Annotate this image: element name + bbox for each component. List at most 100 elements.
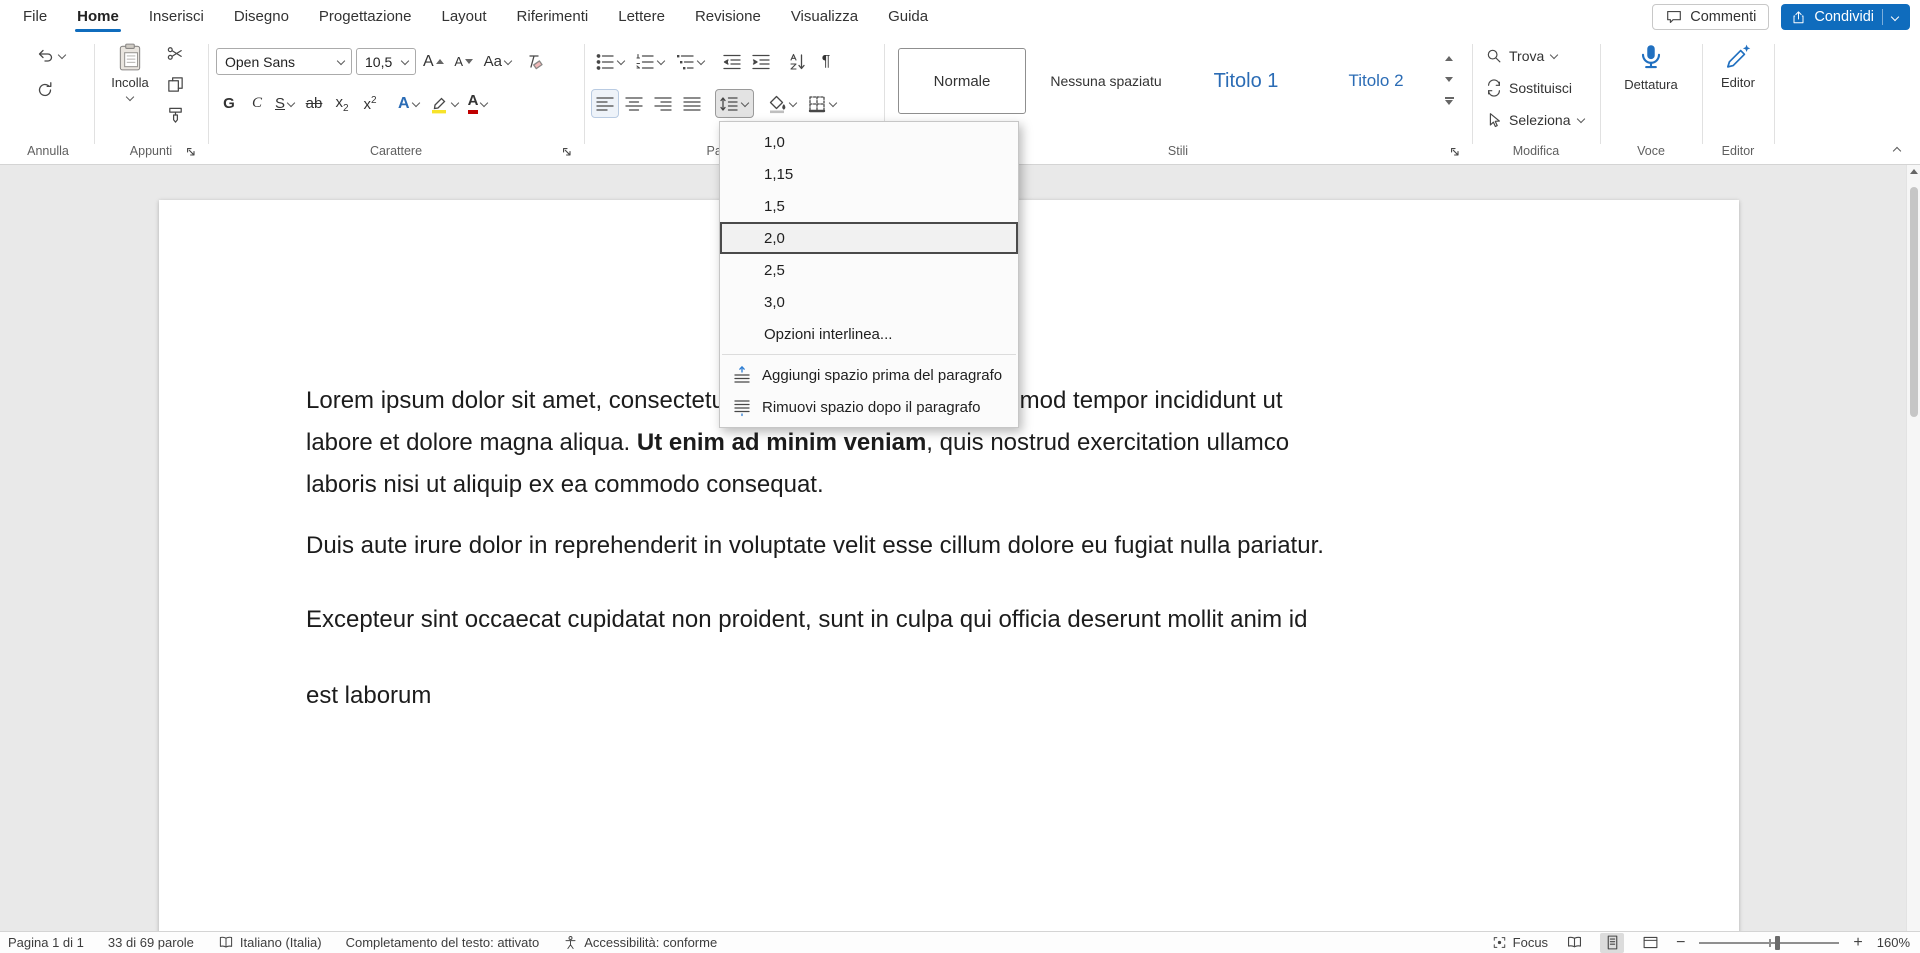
style-titolo-1[interactable]: Titolo 1 bbox=[1186, 48, 1306, 114]
tab-visualizza[interactable]: Visualizza bbox=[776, 0, 873, 34]
justify-button[interactable] bbox=[679, 90, 705, 117]
tab-layout[interactable]: Layout bbox=[427, 0, 502, 34]
text-effects-chevron-icon[interactable] bbox=[412, 99, 421, 108]
italic-button[interactable]: C bbox=[244, 90, 270, 117]
add-space-before-item[interactable]: Aggiungi spazio prima del paragrafo bbox=[720, 359, 1018, 391]
vertical-scrollbar[interactable] bbox=[1906, 165, 1920, 931]
font-color-chevron-icon[interactable] bbox=[480, 99, 489, 108]
cut-button[interactable] bbox=[162, 40, 188, 67]
line-spacing-chevron-icon[interactable] bbox=[741, 99, 750, 108]
spacing-option-1-0[interactable]: 1,0 bbox=[720, 126, 1018, 158]
tab-disegno[interactable]: Disegno bbox=[219, 0, 304, 34]
word-count[interactable]: 33 di 69 parole bbox=[108, 935, 194, 950]
numbering-chevron-icon[interactable] bbox=[657, 57, 666, 66]
shading-button[interactable] bbox=[764, 90, 801, 117]
font-size-combo[interactable]: 10,5 bbox=[356, 48, 416, 75]
styles-gallery-more-button[interactable] bbox=[1440, 92, 1458, 110]
redo-button[interactable] bbox=[32, 76, 58, 103]
style-normale[interactable]: Normale bbox=[898, 48, 1026, 114]
grow-font-button[interactable]: A bbox=[420, 48, 447, 75]
underline-button[interactable]: S bbox=[272, 90, 299, 117]
change-case-button[interactable]: Aa bbox=[481, 48, 516, 75]
numbering-button[interactable] bbox=[632, 48, 669, 75]
paste-button[interactable]: Incolla bbox=[104, 36, 156, 132]
borders-button[interactable] bbox=[804, 90, 841, 117]
collapse-ribbon-icon[interactable] bbox=[1893, 145, 1902, 154]
tab-inserisci[interactable]: Inserisci bbox=[134, 0, 219, 34]
proofing-status[interactable]: Italiano (Italia) bbox=[218, 935, 322, 951]
text-completion-status[interactable]: Completamento del testo: attivato bbox=[346, 935, 540, 950]
font-color-button[interactable]: A bbox=[465, 90, 493, 117]
clear-formatting-button[interactable] bbox=[520, 48, 546, 75]
web-layout-button[interactable] bbox=[1638, 933, 1662, 953]
style-titolo-2[interactable]: Titolo 2 bbox=[1316, 48, 1436, 114]
sort-button[interactable] bbox=[784, 48, 810, 75]
zoom-in-button[interactable]: + bbox=[1853, 935, 1862, 951]
styles-scroll-up-button[interactable] bbox=[1440, 50, 1458, 66]
remove-space-after-item[interactable]: Rimuovi spazio dopo il paragrafo bbox=[720, 391, 1018, 423]
document-text[interactable]: Lorem ipsum dolor sit amet, consectetur … bbox=[306, 380, 1616, 734]
select-button[interactable]: Seleziona bbox=[1482, 106, 1589, 133]
carattere-dialog-launcher[interactable] bbox=[560, 145, 574, 159]
borders-chevron-icon[interactable] bbox=[829, 99, 838, 108]
appunti-dialog-launcher[interactable] bbox=[184, 145, 198, 159]
spacing-option-2-0-selected[interactable]: 2,0 bbox=[720, 222, 1018, 254]
increase-indent-button[interactable] bbox=[748, 48, 774, 75]
align-right-button[interactable] bbox=[650, 90, 676, 117]
editor-button[interactable]: Editor bbox=[1710, 36, 1766, 132]
align-left-button[interactable] bbox=[592, 90, 618, 117]
decrease-indent-button[interactable] bbox=[719, 48, 745, 75]
zoom-percentage[interactable]: 160% bbox=[1877, 935, 1910, 950]
find-chevron-icon[interactable] bbox=[1550, 51, 1559, 60]
spacing-options-dialog-item[interactable]: Opzioni interlinea... bbox=[720, 318, 1018, 350]
paste-chevron-icon[interactable] bbox=[126, 93, 135, 102]
focus-mode-button[interactable]: Focus bbox=[1492, 935, 1548, 950]
multilevel-list-button[interactable] bbox=[672, 48, 709, 75]
font-name-combo[interactable]: Open Sans bbox=[216, 48, 352, 75]
comments-button[interactable]: Commenti bbox=[1652, 4, 1769, 30]
undo-chevron-icon[interactable] bbox=[58, 51, 67, 60]
select-chevron-icon[interactable] bbox=[1577, 115, 1586, 124]
scrollbar-thumb[interactable] bbox=[1910, 187, 1918, 417]
show-formatting-button[interactable]: ¶ bbox=[813, 48, 839, 75]
share-button[interactable]: Condividi bbox=[1781, 4, 1910, 30]
font-name-chevron-icon[interactable] bbox=[337, 57, 346, 66]
scrollbar-up-icon[interactable] bbox=[1910, 169, 1918, 174]
replace-button[interactable]: Sostituisci bbox=[1482, 74, 1575, 101]
dictate-button[interactable]: Dettatura bbox=[1618, 36, 1684, 132]
tab-file[interactable]: File bbox=[8, 0, 62, 34]
font-size-chevron-icon[interactable] bbox=[401, 57, 410, 66]
shading-chevron-icon[interactable] bbox=[789, 99, 798, 108]
line-spacing-button[interactable] bbox=[716, 90, 753, 117]
undo-button[interactable] bbox=[32, 42, 58, 69]
share-chevron-icon[interactable] bbox=[1891, 13, 1900, 22]
tab-lettere[interactable]: Lettere bbox=[603, 0, 680, 34]
text-effects-button[interactable]: A bbox=[395, 90, 424, 117]
subscript-button[interactable]: x2 bbox=[329, 90, 355, 117]
tab-progettazione[interactable]: Progettazione bbox=[304, 0, 427, 34]
copy-button[interactable] bbox=[162, 71, 188, 98]
print-layout-button[interactable] bbox=[1600, 933, 1624, 953]
bold-button[interactable]: G bbox=[216, 90, 242, 117]
superscript-button[interactable]: x2 bbox=[357, 90, 383, 117]
bullets-button[interactable] bbox=[592, 48, 629, 75]
multilevel-chevron-icon[interactable] bbox=[697, 57, 706, 66]
tab-revisione[interactable]: Revisione bbox=[680, 0, 776, 34]
accessibility-status[interactable]: Accessibilità: conforme bbox=[563, 935, 717, 950]
zoom-thumb[interactable] bbox=[1775, 936, 1780, 950]
spacing-option-2-5[interactable]: 2,5 bbox=[720, 254, 1018, 286]
zoom-slider[interactable] bbox=[1699, 935, 1839, 951]
style-nessuna-spaziatura[interactable]: Nessuna spaziatu bbox=[1036, 48, 1176, 114]
tab-home[interactable]: Home bbox=[62, 0, 134, 34]
read-mode-button[interactable] bbox=[1562, 933, 1586, 953]
highlight-button[interactable] bbox=[426, 90, 463, 117]
format-painter-button[interactable] bbox=[162, 102, 188, 129]
spacing-option-1-15[interactable]: 1,15 bbox=[720, 158, 1018, 190]
change-case-chevron-icon[interactable] bbox=[504, 57, 513, 66]
stili-dialog-launcher[interactable] bbox=[1448, 145, 1462, 159]
zoom-out-button[interactable]: − bbox=[1676, 935, 1685, 951]
highlight-chevron-icon[interactable] bbox=[451, 99, 460, 108]
page-indicator[interactable]: Pagina 1 di 1 bbox=[8, 935, 84, 950]
bullets-chevron-icon[interactable] bbox=[617, 57, 626, 66]
spacing-option-1-5[interactable]: 1,5 bbox=[720, 190, 1018, 222]
